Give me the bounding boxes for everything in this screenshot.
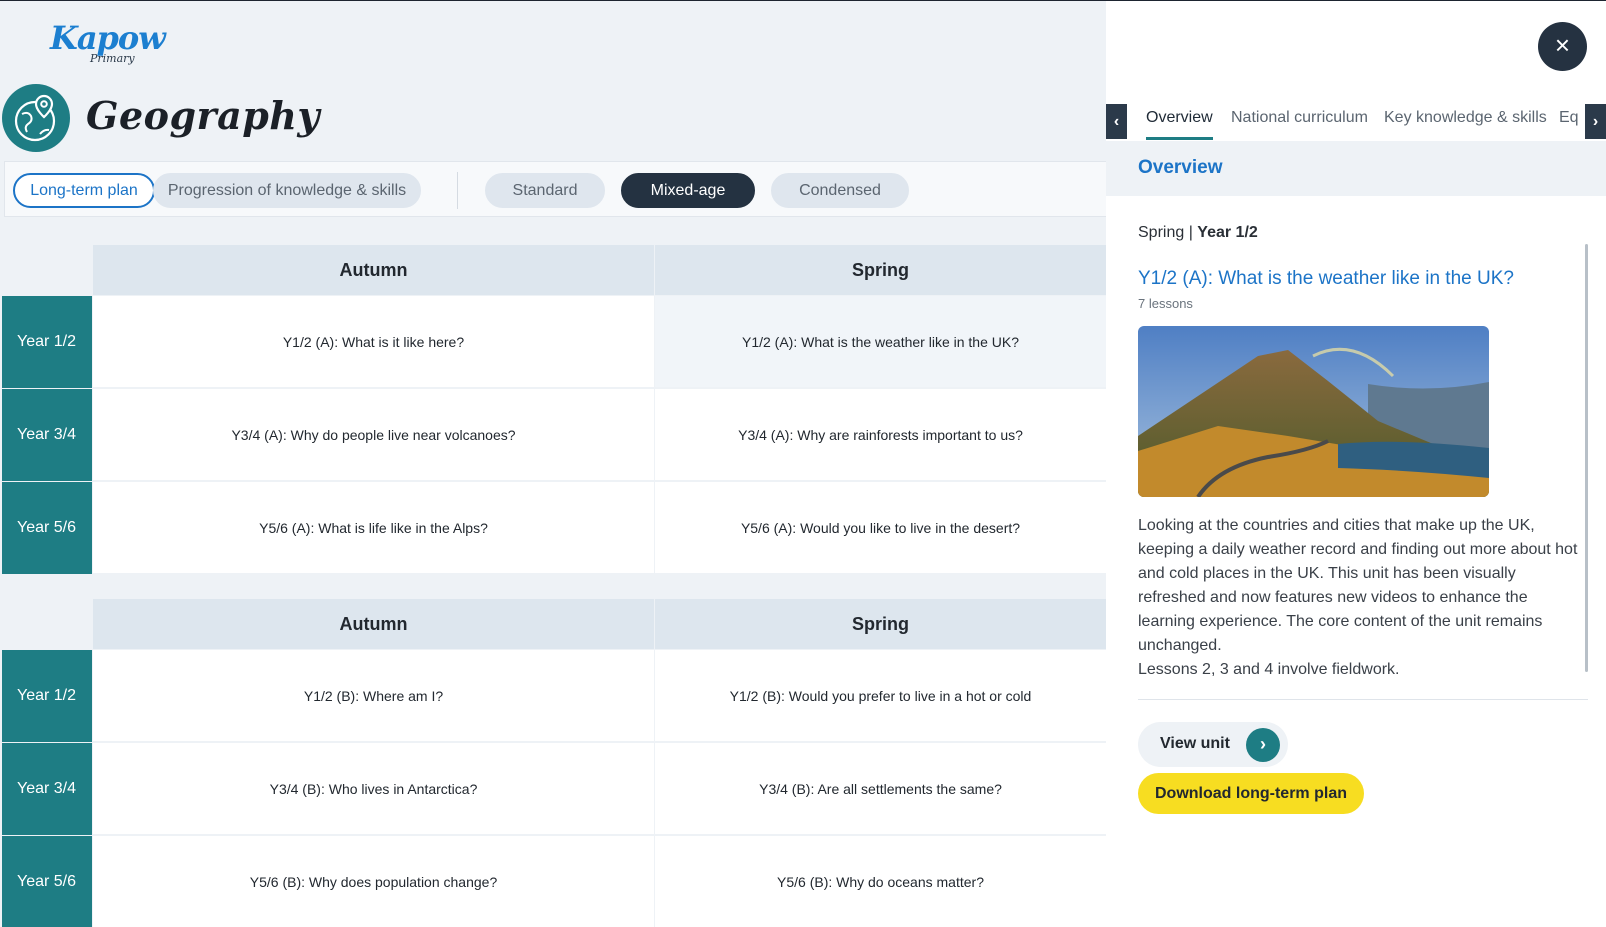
row-label: Year 5/6 — [2, 482, 92, 574]
column-header-spring: Spring — [655, 245, 1106, 295]
description-line: Lessons 2, 3 and 4 involve fieldwork. — [1138, 661, 1400, 678]
chevron-left-icon[interactable]: ‹ — [1106, 104, 1127, 139]
divider — [1138, 699, 1588, 700]
unit-cell[interactable]: Y1/2 (A): What is it like here? — [93, 296, 654, 388]
description-line: keeping a daily weather record and findi… — [1138, 541, 1578, 558]
unit-title-link[interactable]: Y1/2 (A): What is the weather like in th… — [1138, 268, 1514, 290]
unit-details-drawer: × ‹ Overview National curriculum Key kno… — [1106, 0, 1606, 927]
row-label: Year 3/4 — [2, 743, 92, 835]
tab-key-knowledge-skills[interactable]: Key knowledge & skills — [1384, 106, 1547, 140]
kapow-logo[interactable]: Kapow Primary — [50, 19, 166, 67]
description-line: learning experience. The core content of… — [1138, 613, 1543, 630]
unit-cell[interactable]: Y5/6 (B): Why does population change? — [93, 836, 654, 927]
logo-subtext: Primary — [90, 52, 135, 65]
tab-overview[interactable]: Overview — [1146, 106, 1213, 140]
unit-cell[interactable]: Y5/6 (A): Would you like to live in the … — [655, 482, 1106, 574]
column-header-autumn: Autumn — [93, 599, 654, 649]
unit-cell[interactable]: Y3/4 (B): Are all settlements the same? — [655, 743, 1106, 835]
chevron-right-icon: › — [1246, 728, 1280, 762]
drawer-scrollbar[interactable] — [1585, 244, 1588, 672]
plan-table-b: Autumn Spring Year 1/2 Y1/2 (B): Where a… — [2, 599, 1106, 927]
breadcrumb-term: Spring — [1138, 224, 1185, 241]
description-line: and cold places in the UK. This unit has… — [1138, 565, 1516, 582]
tab-national-curriculum[interactable]: National curriculum — [1231, 106, 1368, 140]
plan-table-a: Autumn Spring Year 1/2 Y1/2 (A): What is… — [2, 245, 1106, 575]
column-header-spring: Spring — [655, 599, 1106, 649]
view-unit-label: View unit — [1160, 735, 1230, 752]
toolbar-divider — [457, 172, 458, 209]
tab-progression[interactable]: Progression of knowledge & skills — [153, 173, 421, 208]
description-line: unchanged. — [1138, 637, 1222, 654]
tab-long-term-plan[interactable]: Long-term plan — [13, 173, 155, 208]
unit-cell[interactable]: Y3/4 (A): Why do people live near volcan… — [93, 389, 654, 481]
download-long-term-plan-button[interactable]: Download long-term plan — [1138, 773, 1364, 814]
lesson-count: 7 lessons — [1138, 296, 1193, 311]
view-unit-button[interactable]: View unit › — [1138, 722, 1288, 767]
row-label: Year 1/2 — [2, 650, 92, 742]
row-label: Year 3/4 — [2, 389, 92, 481]
section-header: Overview — [1106, 141, 1606, 196]
breadcrumb-separator: | — [1184, 224, 1198, 241]
unit-cell[interactable]: Y1/2 (B): Where am I? — [93, 650, 654, 742]
main-content: Kapow Primary Geography Long-term plan P… — [0, 0, 1106, 927]
chevron-right-icon[interactable]: › — [1585, 104, 1606, 139]
unit-cell[interactable]: Y3/4 (B): Who lives in Antarctica? — [93, 743, 654, 835]
breadcrumb: Spring | Year 1/2 — [1138, 224, 1258, 242]
variant-condensed-button[interactable]: Condensed — [771, 173, 909, 208]
breadcrumb-year: Year 1/2 — [1197, 224, 1258, 241]
unit-cell[interactable]: Y5/6 (A): What is life like in the Alps? — [93, 482, 654, 574]
section-title: Overview — [1138, 157, 1223, 178]
unit-cell[interactable]: Y5/6 (B): Why do oceans matter? — [655, 836, 1106, 927]
globe-pin-icon — [2, 84, 70, 152]
unit-description: Looking at the countries and cities that… — [1138, 514, 1578, 682]
variant-mixed-age-button[interactable]: Mixed-age — [621, 173, 755, 208]
unit-cell[interactable]: Y1/2 (B): Would you prefer to live in a … — [655, 650, 1106, 742]
unit-cell-selected[interactable]: Y1/2 (A): What is the weather like in th… — [655, 296, 1106, 388]
plan-toolbar: Long-term plan Progression of knowledge … — [4, 161, 1106, 217]
description-line: refreshed and now features new videos to… — [1138, 589, 1528, 606]
variant-standard-button[interactable]: Standard — [485, 173, 605, 208]
row-label: Year 5/6 — [2, 836, 92, 927]
unit-cell[interactable]: Y3/4 (A): Why are rainforests important … — [655, 389, 1106, 481]
close-icon[interactable]: × — [1538, 22, 1587, 71]
unit-image — [1138, 326, 1489, 497]
column-header-autumn: Autumn — [93, 245, 654, 295]
description-line: Looking at the countries and cities that… — [1138, 517, 1535, 534]
tab-eq[interactable]: Eq — [1559, 106, 1579, 140]
page-title: Geography — [86, 93, 320, 138]
row-label: Year 1/2 — [2, 296, 92, 388]
